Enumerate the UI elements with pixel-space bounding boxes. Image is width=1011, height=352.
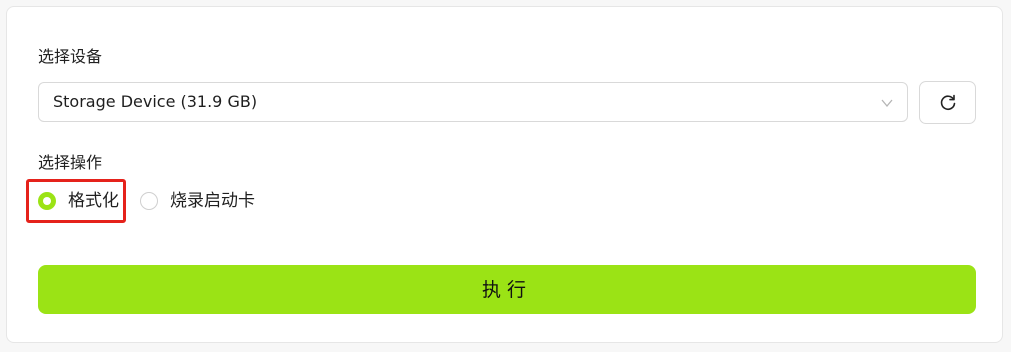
- execute-button-label: 执行: [481, 279, 532, 301]
- radio-option-format[interactable]: 格式化: [26, 179, 126, 223]
- main-panel: 选择设备 Storage Device (31.9 GB) 选择操作 格式化 烧…: [6, 6, 1003, 343]
- execute-button[interactable]: 执行: [38, 265, 976, 314]
- radio-checked-icon: [38, 192, 56, 210]
- radio-option-format-label: 格式化: [68, 191, 119, 211]
- refresh-icon: [940, 94, 956, 111]
- device-select[interactable]: Storage Device (31.9 GB): [38, 82, 908, 122]
- radio-option-burn-boot-card[interactable]: 烧录启动卡: [139, 179, 269, 223]
- select-device-label: 选择设备: [38, 47, 103, 66]
- refresh-button[interactable]: [919, 81, 976, 124]
- radio-option-burn-label: 烧录启动卡: [170, 191, 255, 211]
- select-operation-label: 选择操作: [38, 153, 103, 172]
- chevron-down-icon: [879, 95, 895, 111]
- device-select-value: Storage Device (31.9 GB): [53, 92, 258, 111]
- radio-unchecked-icon: [140, 192, 158, 210]
